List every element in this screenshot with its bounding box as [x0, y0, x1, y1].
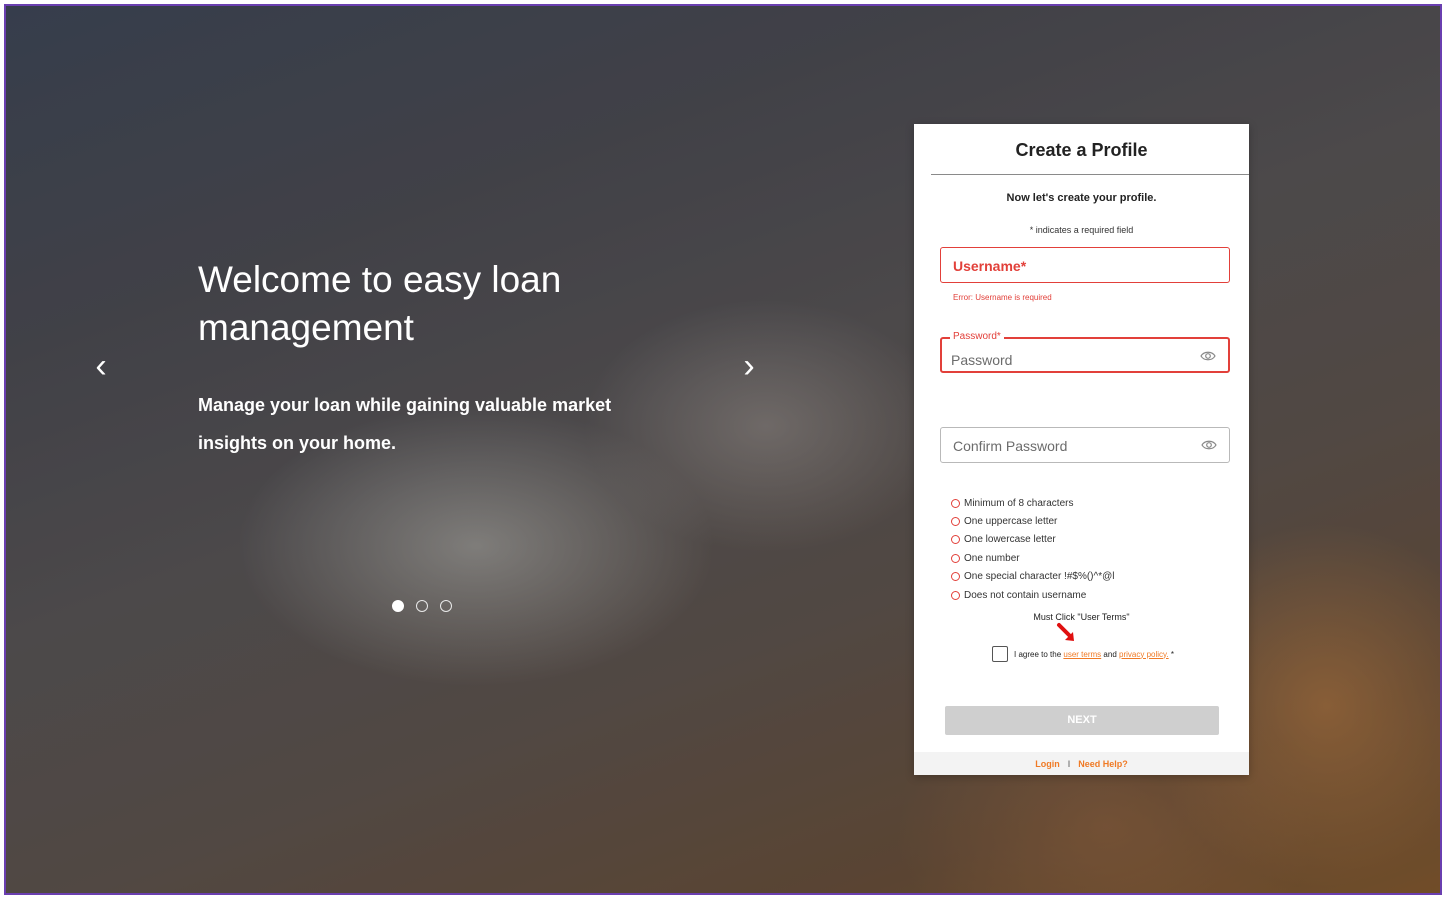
- rule-status-icon: [951, 590, 960, 600]
- rule-status-icon: [951, 553, 960, 563]
- password-rule: One lowercase letter: [951, 531, 1114, 549]
- terms-and: and: [1103, 649, 1117, 659]
- password-rule: Does not contain username: [951, 586, 1114, 604]
- rule-text: Minimum of 8 characters: [964, 497, 1074, 509]
- password-placeholder: Password: [951, 352, 1013, 368]
- chevron-right-icon[interactable]: ›: [734, 346, 764, 386]
- hero-title: Welcome to easy loan management: [198, 259, 562, 348]
- title-divider: [931, 174, 1249, 175]
- username-label: Username*: [953, 258, 1027, 274]
- rule-status-icon: [951, 572, 960, 582]
- username-error: Error: Username is required: [953, 293, 1052, 302]
- need-help-link[interactable]: Need Help?: [1078, 759, 1128, 769]
- terms-prefix: I agree to the: [1014, 649, 1062, 659]
- terms-text: I agree to the user terms and privacy po…: [1014, 650, 1174, 659]
- rule-text: Does not contain username: [964, 589, 1087, 601]
- red-arrow-icon: [1057, 623, 1074, 641]
- required-field-note: * indicates a required field: [1029, 225, 1134, 235]
- rule-status-icon: [951, 535, 960, 545]
- carousel-dots: [392, 600, 452, 612]
- rule-text: One special character !#$%()^*@l: [964, 571, 1115, 583]
- confirm-password-placeholder: Confirm Password: [953, 438, 1068, 454]
- chevron-left-icon[interactable]: ‹: [86, 346, 116, 386]
- rule-text: One lowercase letter: [964, 534, 1056, 546]
- terms-checkbox[interactable]: [992, 646, 1008, 662]
- footer-separator: I: [1067, 758, 1071, 769]
- user-terms-link[interactable]: user terms: [1063, 650, 1101, 659]
- privacy-policy-link[interactable]: privacy policy.: [1119, 650, 1169, 659]
- carousel-dot-2[interactable]: [416, 600, 428, 612]
- eye-icon[interactable]: [1201, 439, 1217, 451]
- carousel-dot-1[interactable]: [392, 600, 404, 612]
- rule-status-icon: [951, 498, 960, 508]
- eye-icon[interactable]: [1200, 350, 1216, 362]
- username-field[interactable]: Username*: [940, 247, 1230, 283]
- terms-agreement: I agree to the user terms and privacy po…: [992, 646, 1174, 662]
- password-rule: Minimum of 8 characters: [951, 494, 1114, 512]
- password-float-label: Password*: [950, 331, 1004, 342]
- rule-status-icon: [951, 517, 960, 527]
- login-link[interactable]: Login: [1035, 759, 1060, 769]
- password-field[interactable]: Password* Password: [940, 331, 1230, 373]
- password-rule: One special character !#$%()^*@l: [951, 568, 1114, 586]
- terms-required-mark: *: [1170, 649, 1175, 659]
- confirm-password-field[interactable]: Confirm Password: [940, 427, 1230, 463]
- card-lead-text: Now let's create your profile.: [1006, 192, 1157, 204]
- carousel-dot-3[interactable]: [440, 600, 452, 612]
- password-rules: Minimum of 8 characters One uppercase le…: [951, 494, 1114, 604]
- next-button[interactable]: NEXT: [945, 706, 1219, 735]
- create-profile-card: Create a Profile Now let's create your p…: [914, 124, 1249, 775]
- password-rule: One number: [951, 549, 1114, 567]
- password-rule: One uppercase letter: [951, 512, 1114, 530]
- app-frame: Welcome to easy loan management Manage y…: [4, 4, 1442, 895]
- must-click-note: Must Click "User Terms": [1033, 612, 1130, 622]
- rule-text: One number: [964, 552, 1020, 564]
- card-footer: Login I Need Help?: [914, 752, 1249, 775]
- card-title: Create a Profile: [1015, 140, 1148, 160]
- hero-subtitle: Manage your loan while gaining valuable …: [198, 395, 612, 453]
- rule-text: One uppercase letter: [964, 516, 1058, 528]
